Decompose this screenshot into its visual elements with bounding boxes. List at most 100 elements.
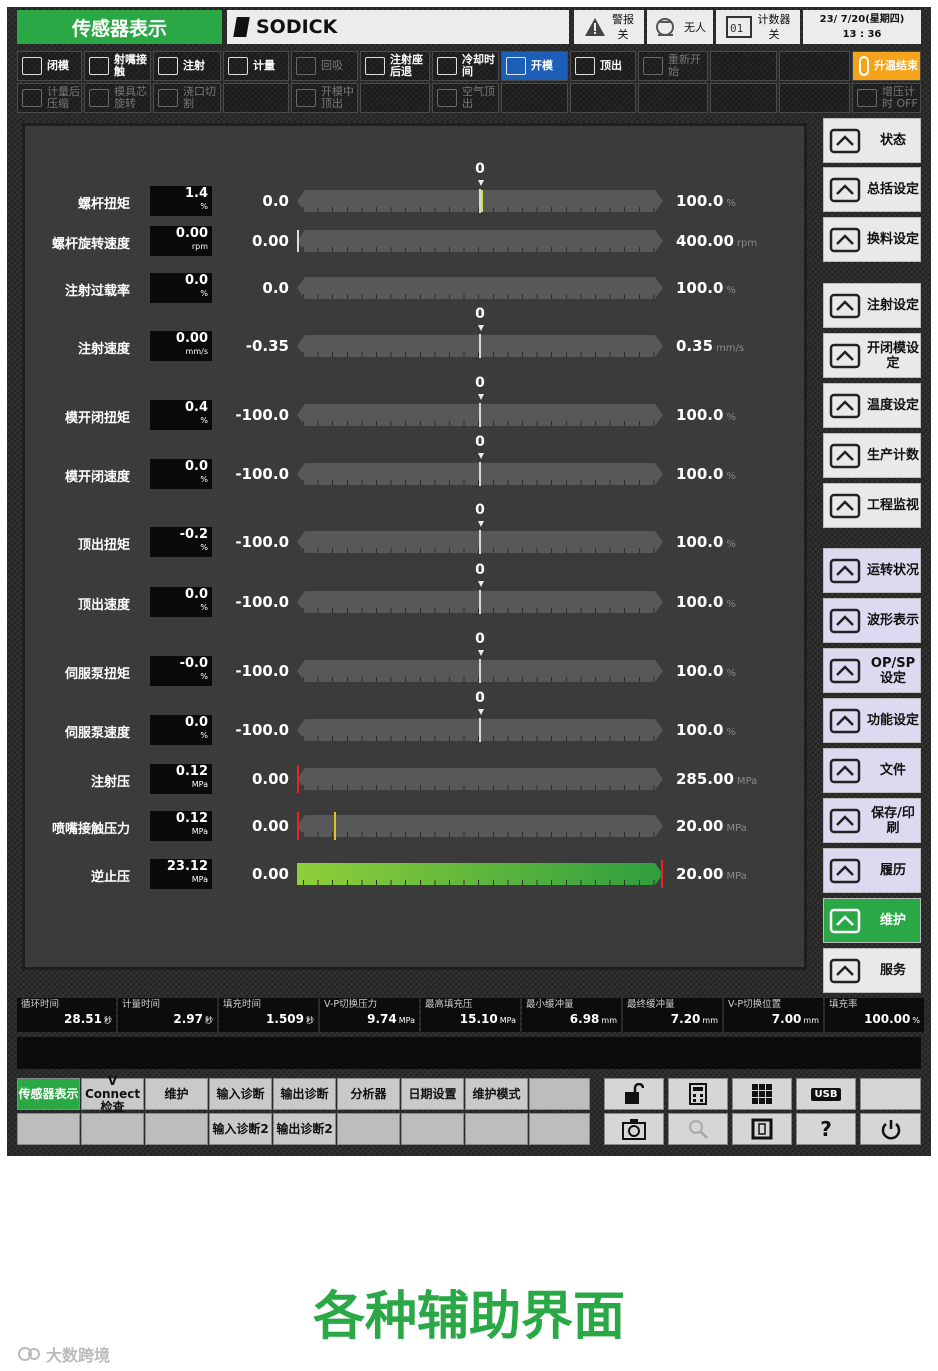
bottom-tab-row2-0[interactable] <box>17 1113 80 1145</box>
side-menu-opsp[interactable]: OP/SP设定 <box>823 648 921 693</box>
toolbar-row1-btn-3[interactable]: 计量 <box>223 51 289 81</box>
keypad-button[interactable] <box>732 1078 792 1110</box>
bar-ticks <box>303 294 657 299</box>
bottom-tab-row1-2[interactable]: 维护 <box>145 1078 208 1110</box>
side-menu-wrench[interactable]: 维护 <box>823 898 921 943</box>
unlock-button[interactable] <box>604 1078 664 1110</box>
toolbar-row1-btn-9[interactable]: 重新开始 <box>638 51 708 81</box>
bottom-tab-row2-1[interactable] <box>81 1113 144 1145</box>
blank-button[interactable] <box>860 1078 921 1110</box>
toolbar-step-icon <box>22 89 42 107</box>
settings-icon <box>824 170 866 210</box>
toolbar-row2-btn-2[interactable]: 浇口切割 <box>153 83 221 113</box>
toolbar-row1-btn-0[interactable]: 闭模 <box>17 51 82 81</box>
sensor-max-value: 100.0 <box>676 533 724 551</box>
toolbar-row1-btn-8[interactable]: 顶出 <box>570 51 636 81</box>
sensor-min: 0.0 <box>262 192 289 210</box>
sensor-value-box: 0.0% <box>150 273 212 303</box>
toolbar-row1-btn-12[interactable]: 升温结束 <box>852 51 921 81</box>
side-menu-service[interactable]: 服务 <box>823 948 921 993</box>
stat-unit: mm <box>803 1016 819 1025</box>
side-menu-gears[interactable]: 运转状况 <box>823 548 921 593</box>
bottom-tab-row2-6[interactable] <box>401 1113 464 1145</box>
toolbar-step-icon <box>89 57 109 75</box>
brand-logo-icon <box>233 17 250 37</box>
stat-label: 填充时间 <box>223 999 262 1010</box>
bottom-tab-row2-3[interactable]: 输入诊断2 <box>209 1113 272 1145</box>
search-button[interactable] <box>668 1113 728 1145</box>
sensor-value-box: -0.2% <box>150 527 212 557</box>
toolbar-row2-btn-7 <box>501 83 568 113</box>
side-menu-thermometer[interactable]: 温度设定 <box>823 383 921 428</box>
toolbar-row2-btn-4[interactable]: 开模中顶出 <box>291 83 358 113</box>
sensor-value-box: 0.12 MPa <box>150 764 212 794</box>
sensor-value-box: 0.0% <box>150 459 212 489</box>
bottom-tab-row1-1[interactable]: V Connect检查 <box>81 1074 144 1113</box>
toolbar-row2-btn-1[interactable]: 模具芯旋转 <box>84 83 151 113</box>
side-menu-counter[interactable]: 生产计数 <box>823 433 921 478</box>
help-button[interactable]: ? <box>796 1113 856 1145</box>
zero-label: 0 <box>475 306 485 322</box>
sensor-label: 螺杆扭矩 <box>77 197 130 212</box>
bottom-tab-row2-2[interactable] <box>145 1113 208 1145</box>
bottom-tab-row1-4[interactable]: 输出诊断 <box>273 1078 336 1110</box>
side-menu-file[interactable]: 文件 <box>823 748 921 793</box>
toolbar-row1-btn-6[interactable]: 冷却时间 <box>432 51 499 81</box>
toolbar-step-icon <box>437 89 457 107</box>
stat-label: 最小缓冲量 <box>526 999 574 1010</box>
sensor-unit: rpm <box>191 242 208 251</box>
side-menu-settings[interactable]: 总括设定 <box>823 167 921 212</box>
toolbar-row1-btn-2[interactable]: 注射 <box>153 51 221 81</box>
counter-status[interactable]: 01 计数器关 <box>716 10 800 44</box>
side-menu-monitor[interactable]: 工程监视 <box>823 483 921 528</box>
toolbar-row1-btn-4[interactable]: 回吸 <box>291 51 358 81</box>
sensor-bar <box>297 277 663 299</box>
toolbar-step-icon <box>437 57 457 75</box>
toolbar-row2-btn-0[interactable]: 计量后压缩 <box>17 83 82 113</box>
bottom-tab-row1-6[interactable]: 日期设置 <box>401 1078 464 1110</box>
side-menu-swap[interactable]: 换料设定 <box>823 217 921 262</box>
bottom-tab-row1-0[interactable]: 传感器表示 <box>17 1078 80 1110</box>
bottom-tab-row1-7[interactable]: 维护模式 <box>465 1078 528 1110</box>
side-menu-label: 总括设定 <box>866 182 919 197</box>
sensor-value-box: -0.0% <box>150 656 212 686</box>
frame-button[interactable] <box>732 1113 792 1145</box>
side-menu-label: OP/SP设定 <box>870 655 916 686</box>
sensor-max: 20.00 MPa <box>676 865 747 883</box>
calculator-button[interactable] <box>668 1078 728 1110</box>
side-menu-gauge[interactable]: 状态 <box>823 118 921 163</box>
operator-status[interactable]: 无人 <box>647 10 713 44</box>
bottom-tab-row1-3[interactable]: 输入诊断 <box>209 1078 272 1110</box>
bottom-tab-row2-5[interactable] <box>337 1113 400 1145</box>
usb-icon: USB <box>810 1087 842 1101</box>
side-menu-history[interactable]: 履历 <box>823 848 921 893</box>
side-menu-list[interactable]: 功能设定 <box>823 698 921 743</box>
bottom-tab-row2-7[interactable] <box>465 1113 528 1145</box>
stat-value-row: 28.51 秒 <box>17 1011 116 1029</box>
stat-value-row: 7.00 mm <box>724 1011 823 1029</box>
side-menu-save[interactable]: 保存/印刷 <box>823 798 921 843</box>
toolbar-row1-btn-7[interactable]: 开模 <box>501 51 568 81</box>
screenshot-button[interactable] <box>604 1113 664 1145</box>
side-menu-inject[interactable]: 注射设定 <box>823 283 921 328</box>
side-menu-mold[interactable]: 开闭模设定 <box>823 333 921 378</box>
bottom-tab-row1-5[interactable]: 分析器 <box>337 1078 400 1110</box>
bottom-tab-row1-8[interactable] <box>529 1078 590 1110</box>
power-button[interactable] <box>860 1113 921 1145</box>
toolbar-label: 计量后压缩 <box>47 85 80 110</box>
stat-value-row: 9.74 MPa <box>320 1011 419 1029</box>
side-menu-wave[interactable]: 波形表示 <box>823 598 921 643</box>
bottom-tab-row2-4[interactable]: 输出诊断2 <box>273 1113 336 1145</box>
usb-button[interactable]: USB <box>796 1078 856 1110</box>
toolbar-row1-btn-5[interactable]: 注射座后退 <box>360 51 430 81</box>
toolbar-step-icon <box>296 57 316 75</box>
alarm-status[interactable]: 警报关 <box>574 10 644 44</box>
bottom-tab-row2-8[interactable] <box>529 1113 590 1145</box>
toolbar-row2-btn-6[interactable]: 空气顶出 <box>432 83 499 113</box>
sensor-max: 100.0% <box>676 721 736 739</box>
toolbar-row1-btn-1[interactable]: 射嘴接触 <box>84 51 151 81</box>
keypad-icon <box>752 1084 772 1104</box>
side-menu-label: 换料设定 <box>866 232 919 247</box>
sensor-max-value: 100.0 <box>676 593 724 611</box>
toolbar-row2-btn-12[interactable]: 增压计时 OFF <box>852 83 921 113</box>
